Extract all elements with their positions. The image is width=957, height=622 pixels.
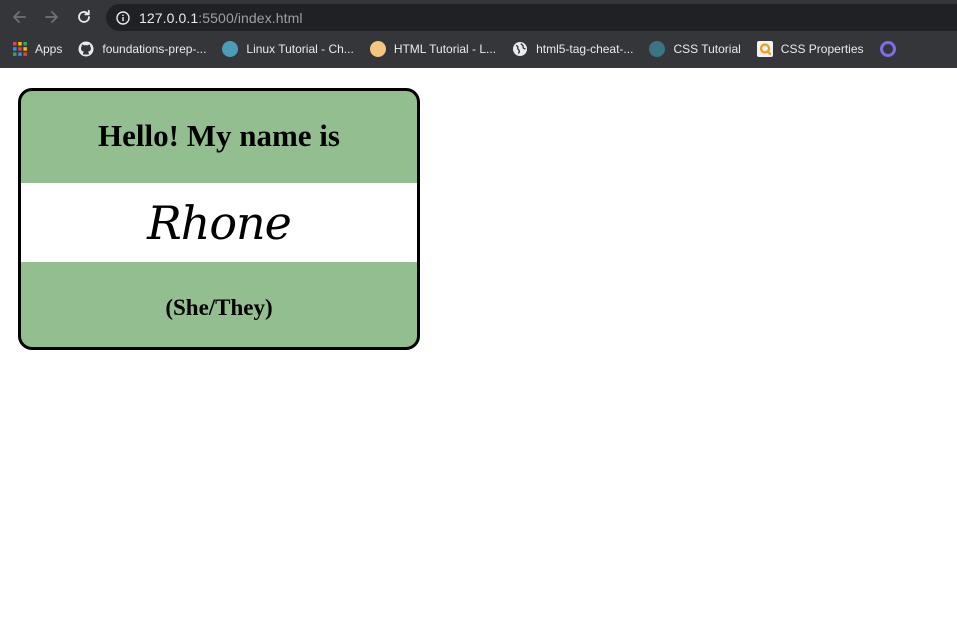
reload-button[interactable] — [72, 5, 96, 29]
globe-icon — [512, 41, 528, 57]
bookmark-css-properties[interactable]: CSS Properties — [751, 37, 870, 61]
greeting-heading: Hello! My name is — [98, 118, 340, 153]
site-favicon-ring-icon — [879, 41, 896, 57]
bookmark-label: CSS Properties — [780, 42, 864, 56]
url-path: :5500/index.html — [198, 9, 303, 26]
bookmark-foundations-prep[interactable]: foundations-prep-... — [72, 37, 212, 61]
bookmark-label: Linux Tutorial - Ch... — [246, 42, 354, 56]
name-tag-name-band: Rhone — [21, 183, 417, 262]
site-favicon-teal-icon — [222, 41, 239, 57]
arrow-left-icon — [13, 11, 26, 23]
name-tag-bottom-band: (She/They) — [21, 262, 417, 347]
bookmark-html-tutorial[interactable]: HTML Tutorial - L... — [364, 37, 502, 61]
bookmark-label: foundations-prep-... — [102, 42, 207, 56]
url-text: 127.0.0.1:5500/index.html — [139, 10, 303, 26]
url-host: 127.0.0.1 — [139, 9, 199, 26]
browser-chrome: 127.0.0.1:5500/index.html Apps foundatio… — [0, 0, 957, 68]
github-icon — [78, 41, 94, 57]
bookmark-label: CSS Tutorial — [673, 42, 741, 56]
apps-grid-icon — [12, 41, 28, 57]
address-bar[interactable]: 127.0.0.1:5500/index.html — [106, 4, 957, 31]
bookmark-apps[interactable]: Apps — [6, 37, 68, 61]
name-text: Rhone — [147, 195, 292, 250]
site-favicon-teal-icon — [649, 41, 666, 57]
bookmark-partial[interactable] — [874, 37, 902, 61]
reload-icon — [78, 9, 90, 23]
bookmark-label: html5-tag-cheat-... — [536, 42, 634, 56]
name-tag-top-band: Hello! My name is — [21, 91, 417, 183]
bookmark-label: Apps — [35, 42, 63, 56]
bookmark-html5-cheat[interactable]: html5-tag-cheat-... — [506, 37, 639, 61]
browser-toolbar: 127.0.0.1:5500/index.html — [0, 0, 957, 34]
site-favicon-search-icon — [756, 41, 773, 57]
bookmark-label: HTML Tutorial - L... — [393, 42, 497, 56]
forward-button[interactable] — [40, 5, 64, 29]
pronouns-text: (She/They) — [165, 294, 273, 320]
back-button[interactable] — [7, 5, 31, 29]
name-tag-card: Hello! My name is Rhone (She/They) — [18, 88, 420, 350]
info-icon[interactable] — [116, 10, 130, 25]
bookmarks-bar: Apps foundations-prep-... Linux Tutorial… — [0, 35, 957, 63]
arrow-right-icon — [45, 11, 58, 23]
bookmark-linux-tutorial[interactable]: Linux Tutorial - Ch... — [216, 37, 359, 61]
site-favicon-orange-icon — [369, 41, 386, 57]
bookmark-css-tutorial[interactable]: CSS Tutorial — [643, 37, 746, 61]
